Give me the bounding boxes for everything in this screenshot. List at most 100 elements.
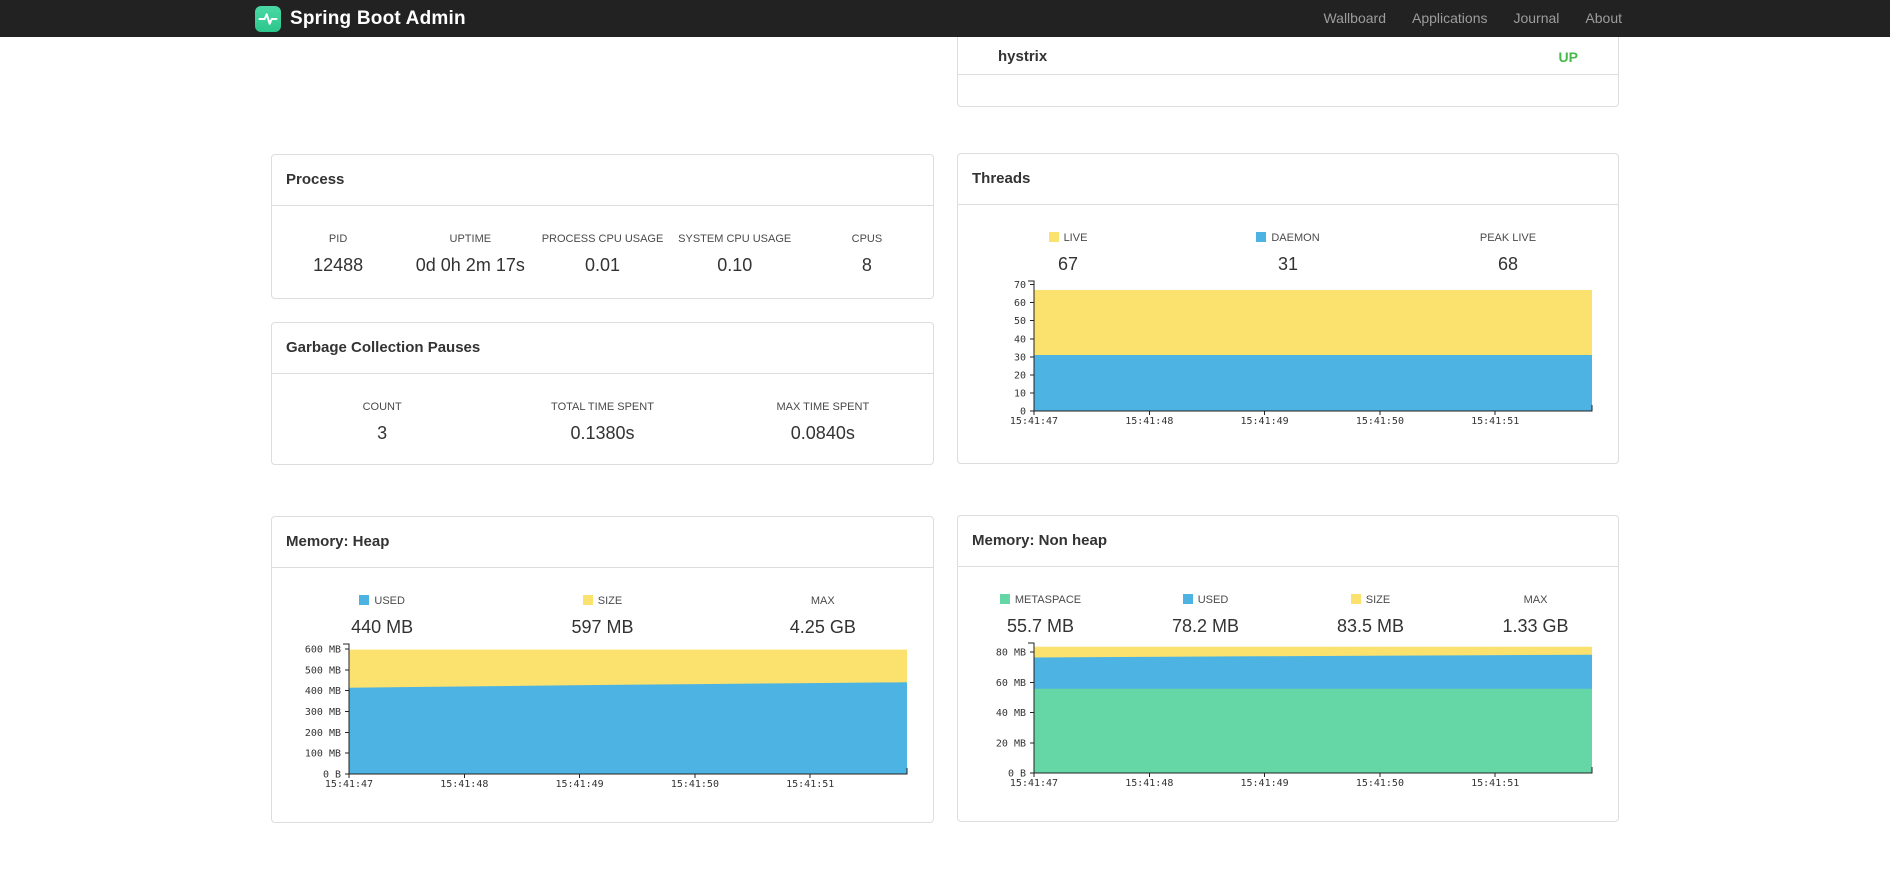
metric: UPTIME 0d 0h 2m 17s: [404, 232, 536, 276]
legend-swatch: [999, 594, 1010, 604]
metric-value: 12488: [313, 255, 364, 275]
svg-text:100 MB: 100 MB: [304, 749, 340, 760]
memory-heap-legend: USED 440 MB SIZE 597 MB MAX 4.25 GB: [272, 568, 933, 638]
legend-value: 4.25 GB: [789, 617, 856, 637]
svg-text:60 MB: 60 MB: [996, 678, 1026, 689]
navbar: Spring Boot Admin Wallboard Applications…: [0, 0, 1890, 37]
panel-title: Memory: Heap: [286, 533, 390, 550]
svg-text:15:41:51: 15:41:51: [786, 779, 834, 790]
svg-text:15:41:51: 15:41:51: [1471, 778, 1519, 789]
applications-panel-footer-space: [958, 75, 1618, 106]
svg-text:15:41:49: 15:41:49: [1241, 778, 1289, 789]
nav-link[interactable]: Wallboard: [1310, 0, 1399, 37]
legend-item: USED 78.2 MB: [1123, 593, 1288, 637]
process-metrics: PID 12488 UPTIME 0d 0h 2m 17s PROCESS CP…: [272, 206, 933, 276]
panel-title: Memory: Non heap: [972, 532, 1108, 549]
main-grid: Process PID 12488 UPTIME 0d 0h 2m 17s PR…: [271, 0, 1619, 823]
metric-label: PROCESS CPU USAGE: [541, 233, 664, 245]
memory-heap-chart: 0 B100 MB200 MB300 MB400 MB500 MB600 MB1…: [304, 643, 907, 790]
legend-value: 597 MB: [571, 617, 634, 637]
svg-text:400 MB: 400 MB: [304, 686, 340, 697]
threads-chart: 01020304050607015:41:47 15:41:48 15:41:49 1…: [1010, 280, 1593, 427]
legend-value: 31: [1277, 254, 1299, 274]
legend-label: METASPACE: [958, 593, 1123, 607]
nav-link[interactable]: Applications: [1399, 0, 1501, 37]
gc-pauses-panel: Garbage Collection Pauses COUNT 3 TOTAL …: [271, 322, 934, 465]
legend-label: LIVE: [958, 231, 1178, 245]
nav-link[interactable]: Journal: [1500, 0, 1572, 37]
metric-value: 0.1380s: [570, 423, 635, 443]
legend-item: METASPACE 55.7 MB: [958, 593, 1123, 637]
svg-text:40: 40: [1014, 334, 1026, 345]
metric: CPUS 8: [801, 232, 933, 276]
svg-text:600 MB: 600 MB: [304, 645, 340, 656]
metric-label: MAX TIME SPENT: [776, 401, 870, 413]
metric-value: 0.10: [717, 255, 753, 275]
metric-value: 8: [861, 255, 872, 275]
svg-text:15:41:48: 15:41:48: [1125, 778, 1173, 789]
svg-text:60: 60: [1014, 298, 1026, 309]
svg-text:30: 30: [1014, 352, 1026, 363]
legend-item: MAX 4.25 GB: [713, 594, 933, 638]
application-name: hystrix: [998, 48, 1048, 65]
legend-item: LIVE 67: [958, 231, 1178, 275]
svg-text:70: 70: [1014, 280, 1026, 291]
navbar-container: Spring Boot Admin Wallboard Applications…: [255, 0, 1635, 37]
panel-title: Threads: [972, 170, 1031, 187]
svg-text:300 MB: 300 MB: [304, 707, 340, 718]
legend-label: USED: [1123, 593, 1288, 607]
memory-heap-panel-heading: Memory: Heap: [272, 517, 933, 568]
legend-swatch: [1256, 232, 1267, 242]
memory-nonheap-legend: METASPACE 55.7 MB USED 78.2 MB SIZE 83.5…: [958, 567, 1618, 637]
metric-value: 0.0840s: [790, 423, 855, 443]
nav-link[interactable]: About: [1572, 0, 1635, 37]
content: Process PID 12488 UPTIME 0d 0h 2m 17s PR…: [0, 0, 1890, 823]
threads-panel: Threads LIVE 67 DAEMON 31 PEAK LIVE 68 0…: [957, 153, 1619, 464]
legend-label: SIZE: [492, 594, 712, 608]
legend-swatch: [359, 595, 370, 605]
memory-nonheap-chart: 0 B20 MB40 MB60 MB80 MB15:41:47 15:41:48 1…: [996, 642, 1593, 789]
legend-value: 55.7 MB: [1006, 616, 1075, 636]
brand[interactable]: Spring Boot Admin: [255, 5, 466, 32]
svg-text:15:41:48: 15:41:48: [1125, 416, 1173, 427]
svg-text:20: 20: [1014, 370, 1026, 381]
threads-legend: LIVE 67 DAEMON 31 PEAK LIVE 68: [958, 205, 1618, 275]
svg-text:50: 50: [1014, 316, 1026, 327]
legend-item: DAEMON 31: [1178, 231, 1398, 275]
legend-value: 1.33 GB: [1502, 616, 1569, 636]
metric-label: TOTAL TIME SPENT: [551, 401, 654, 413]
memory-heap-panel: Memory: Heap USED 440 MB SIZE 597 MB MAX…: [271, 516, 934, 823]
legend-value: 68: [1497, 254, 1519, 274]
svg-text:15:41:51: 15:41:51: [1471, 416, 1519, 427]
legend-item: SIZE 83.5 MB: [1288, 593, 1453, 637]
panel-title: Garbage Collection Pauses: [286, 339, 481, 356]
legend-label: SIZE: [1288, 593, 1453, 607]
brand-title: Spring Boot Admin: [290, 7, 466, 29]
svg-text:80 MB: 80 MB: [996, 648, 1026, 659]
legend-item: USED 440 MB: [272, 594, 492, 638]
nav-links: Wallboard Applications Journal About: [1310, 0, 1635, 37]
legend-value: 440 MB: [351, 617, 414, 637]
legend-swatch: [582, 595, 593, 605]
gc-panel-heading: Garbage Collection Pauses: [272, 323, 933, 374]
svg-text:40 MB: 40 MB: [996, 708, 1026, 719]
application-rows: hystrix UP: [958, 39, 1618, 75]
application-row[interactable]: hystrix UP: [958, 39, 1618, 75]
svg-text:15:41:47: 15:41:47: [1010, 778, 1058, 789]
svg-text:15:41:47: 15:41:47: [324, 779, 372, 790]
process-panel-heading: Process: [272, 155, 933, 206]
legend-value: 67: [1057, 254, 1079, 274]
metric: SYSTEM CPU USAGE 0.10: [669, 232, 801, 276]
legend-label: MAX: [810, 595, 835, 607]
legend-item: SIZE 597 MB: [492, 594, 712, 638]
svg-text:15:41:50: 15:41:50: [670, 779, 718, 790]
legend-label: USED: [272, 594, 492, 608]
metric: TOTAL TIME SPENT 0.1380s: [492, 400, 712, 444]
metric-value: 0d 0h 2m 17s: [415, 255, 525, 275]
svg-text:15:41:50: 15:41:50: [1356, 778, 1404, 789]
svg-text:200 MB: 200 MB: [304, 728, 340, 739]
metric-value: 3: [377, 423, 388, 443]
svg-text:10: 10: [1014, 388, 1026, 399]
svg-text:15:41:50: 15:41:50: [1356, 416, 1404, 427]
legend-item: PEAK LIVE 68: [1398, 231, 1618, 275]
